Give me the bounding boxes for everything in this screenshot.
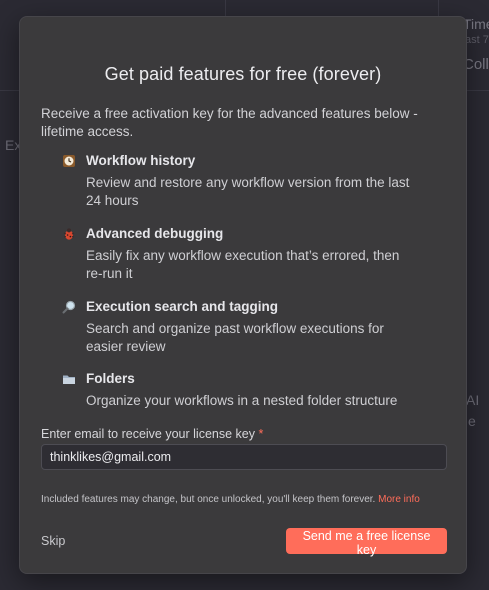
magnifier-icon bbox=[62, 300, 76, 314]
send-license-key-button[interactable]: Send me a free license key bbox=[286, 528, 447, 557]
license-key-modal: Get paid features for free (forever) Rec… bbox=[19, 16, 467, 574]
bg-label-e: e bbox=[468, 413, 476, 429]
fineprint-text: Included features may change, but once u… bbox=[41, 494, 376, 505]
modal-title: Get paid features for free (forever) bbox=[104, 64, 382, 84]
more-info-link[interactable]: More info bbox=[378, 494, 420, 505]
bg-label-ai: AI bbox=[466, 392, 480, 408]
modal-intro: Receive a free activation key for the ad… bbox=[41, 106, 418, 139]
feature-description: Organize your workflows in a nested fold… bbox=[86, 393, 398, 408]
feature-title: Workflow history bbox=[86, 153, 196, 168]
skip-button[interactable]: Skip bbox=[41, 534, 65, 548]
required-asterisk: * bbox=[258, 427, 264, 441]
feature-description: Review and restore any workflow version … bbox=[86, 175, 410, 208]
clock-icon bbox=[62, 154, 76, 168]
fineprint: Included features may change, but once u… bbox=[41, 494, 420, 505]
feature-description: Search and organize past workflow execut… bbox=[86, 321, 384, 354]
email-label-text: Enter email to receive your license key bbox=[41, 427, 255, 441]
bg-label-last: ast 7 bbox=[465, 34, 489, 46]
bug-icon bbox=[62, 227, 76, 241]
feature-title: Folders bbox=[86, 371, 135, 386]
email-label: Enter email to receive your license key … bbox=[41, 427, 263, 441]
feature-title: Advanced debugging bbox=[86, 226, 224, 241]
feature-description: Easily fix any workflow execution that’s… bbox=[86, 248, 400, 281]
folder-icon bbox=[62, 372, 76, 386]
email-input[interactable] bbox=[41, 444, 447, 470]
feature-title: Execution search and tagging bbox=[86, 299, 279, 314]
